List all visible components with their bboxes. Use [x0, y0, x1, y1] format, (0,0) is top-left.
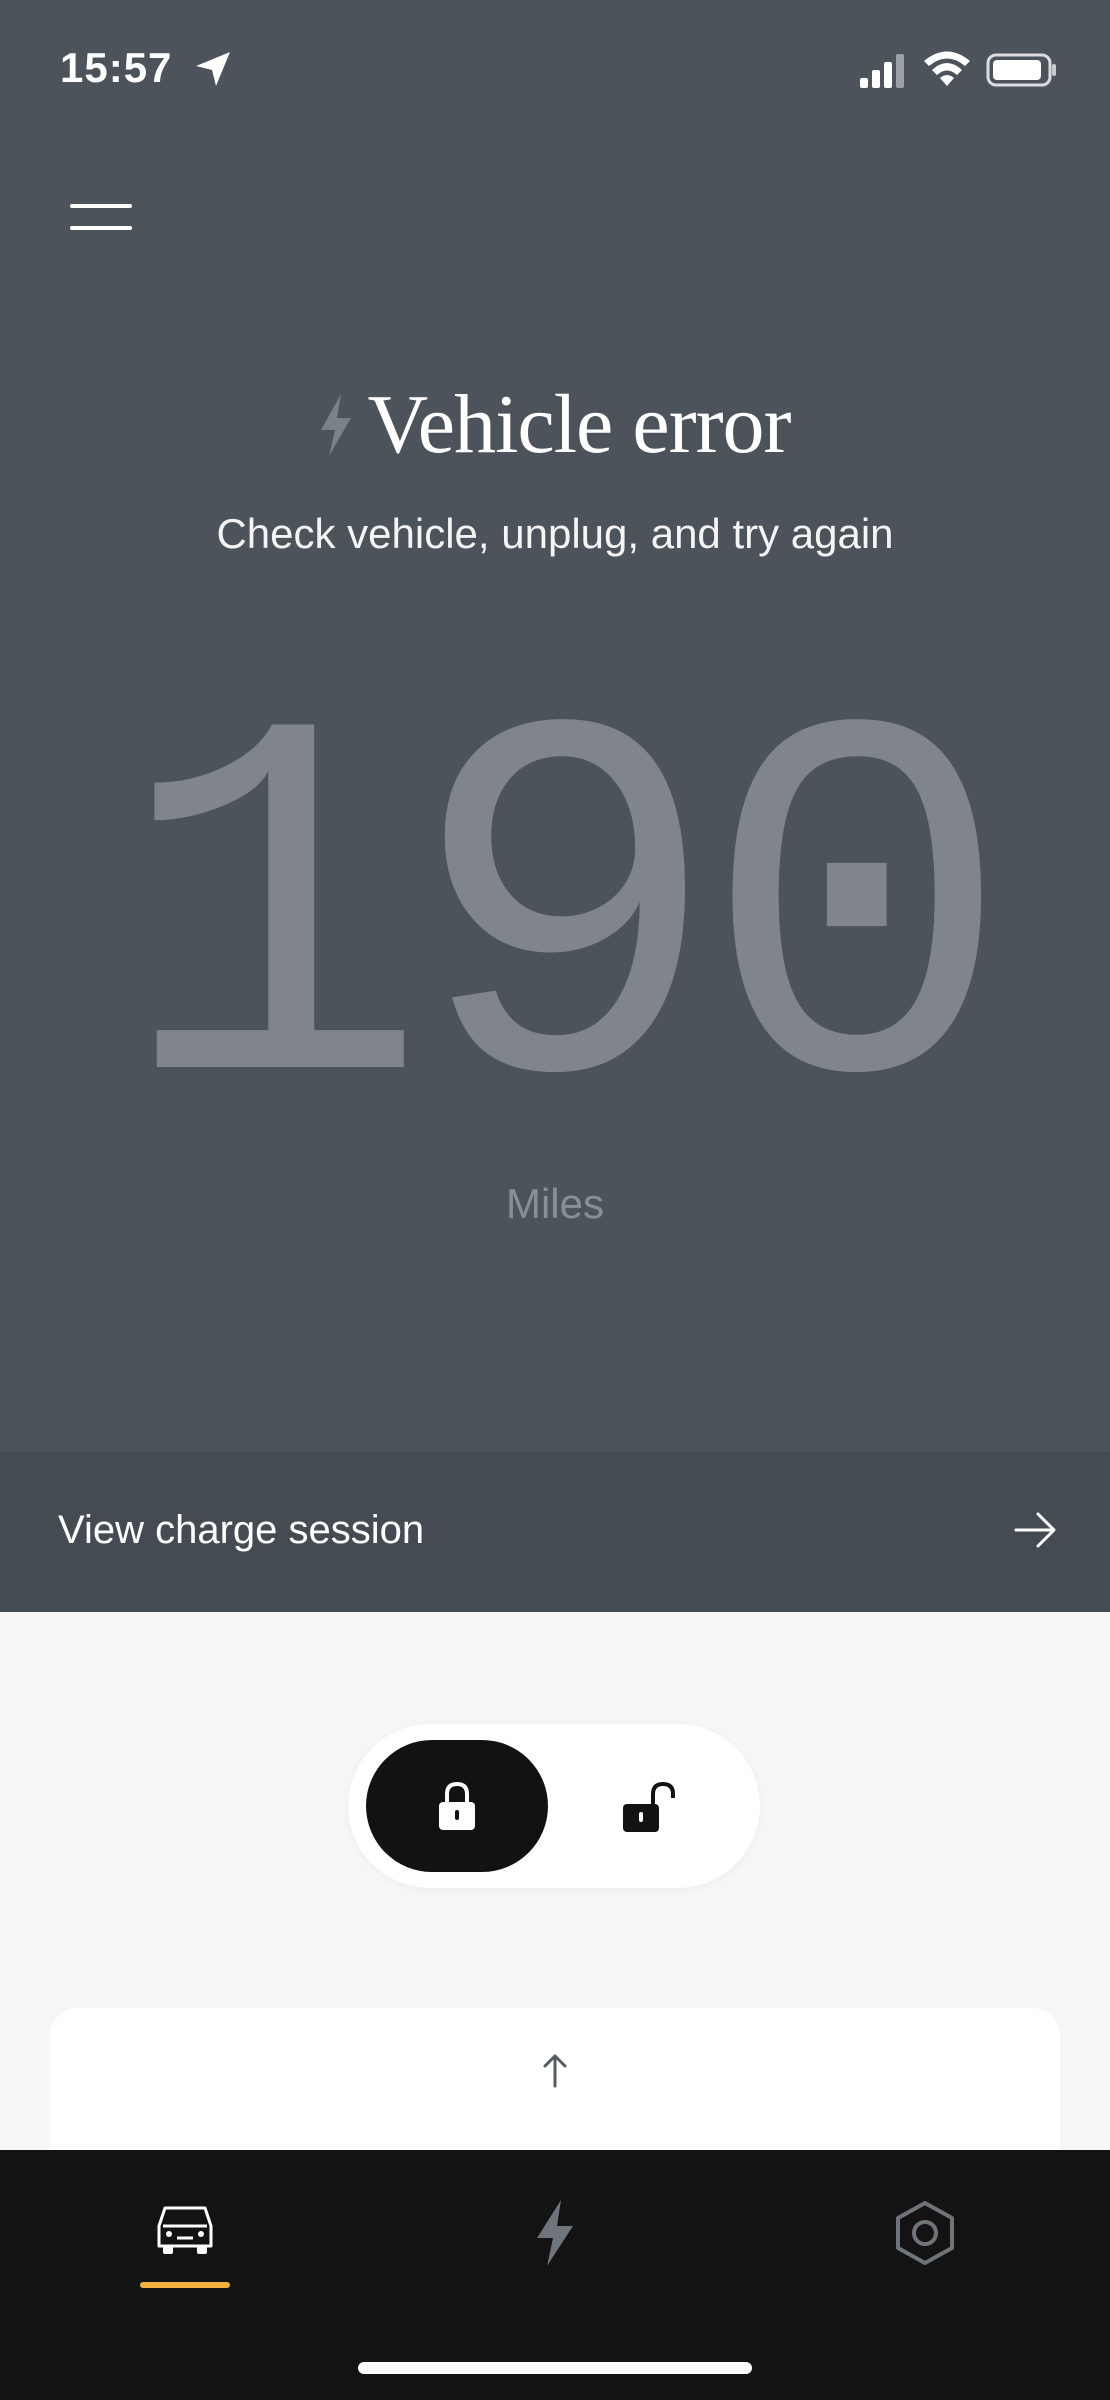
- wifi-icon: [924, 51, 970, 86]
- home-indicator: [358, 2362, 752, 2374]
- lock-button[interactable]: [366, 1740, 548, 1872]
- menu-button[interactable]: [66, 196, 136, 236]
- hero-section: 15:57 Vehicle error Check vehicle, unplu…: [0, 0, 1110, 1452]
- arrow-right-icon: [1014, 1512, 1056, 1548]
- charging-bolt-icon: [321, 393, 352, 456]
- menu-line-bottom: [70, 226, 132, 230]
- arrow-up-icon[interactable]: [540, 2052, 570, 2088]
- status-time: 15:57: [60, 44, 173, 91]
- status-bar: 15:57: [0, 0, 1110, 140]
- car-icon: [157, 2206, 213, 2254]
- status-title-row: Vehicle error: [0, 376, 1110, 476]
- view-charge-session-row[interactable]: View charge session: [0, 1452, 1110, 1612]
- battery-icon: [986, 53, 1056, 87]
- active-tab-indicator: [140, 2282, 230, 2288]
- lock-toggle: [348, 1724, 760, 1888]
- hexagon-settings-icon: [896, 2201, 954, 2265]
- location-arrow-icon: [196, 52, 230, 86]
- tab-vehicle[interactable]: [125, 2200, 245, 2290]
- menu-line-top: [70, 204, 132, 208]
- tab-charging[interactable]: [495, 2200, 615, 2290]
- tab-settings[interactable]: [865, 2200, 985, 2290]
- unlock-button[interactable]: [558, 1740, 740, 1872]
- status-subtitle: Check vehicle, unplug, and try again: [216, 510, 894, 557]
- range-value: 190: [116, 635, 1013, 1224]
- charge-session-label: View charge session: [58, 1508, 425, 1552]
- status-title: Vehicle error: [367, 378, 791, 471]
- cellular-signal-icon: [860, 54, 904, 88]
- locked-padlock-icon: [439, 1781, 475, 1830]
- unlocked-padlock-icon: [623, 1781, 675, 1832]
- lightning-bolt-icon: [537, 2200, 573, 2266]
- app-screen: 15:57 Vehicle error Check vehicle, unplu…: [0, 0, 1110, 2400]
- range-unit: Miles: [505, 1180, 604, 1227]
